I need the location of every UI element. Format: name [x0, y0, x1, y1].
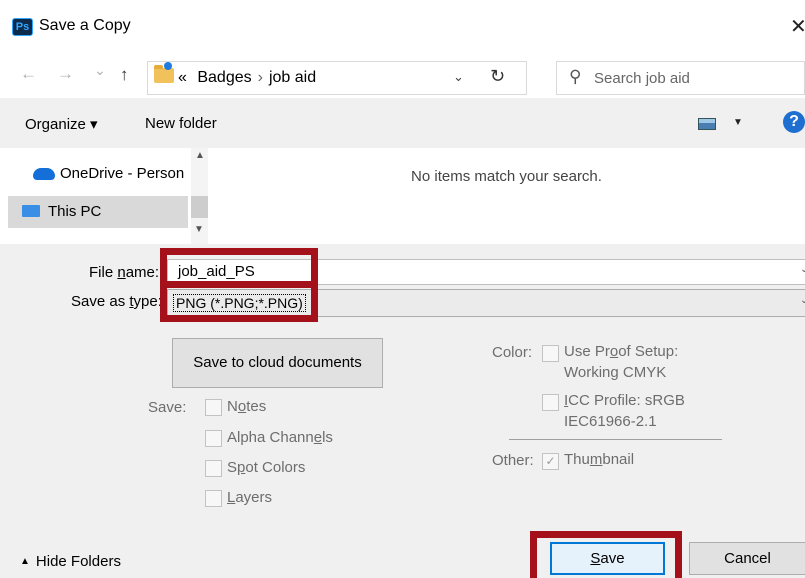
navigation-bar: ← → ⌄ ↑ « Badges › job aid ⌄ ↻ ⚲ Search jo…	[0, 56, 805, 98]
proof-setup-checkbox[interactable]	[542, 345, 559, 362]
recent-locations-icon[interactable]: ⌄	[94, 62, 106, 79]
highlight-file-name-box	[160, 248, 318, 288]
save-as-type-label: Save as type:	[71, 293, 162, 310]
scroll-thumb[interactable]	[191, 196, 208, 218]
notes-checkbox[interactable]	[205, 399, 222, 416]
divider	[509, 439, 722, 440]
thumbnail-checkbox[interactable]: ✓	[542, 453, 559, 470]
forward-arrow-icon[interactable]: →	[57, 64, 74, 84]
chevron-down-icon[interactable]: ⌄	[453, 69, 464, 85]
icc-profile-checkbox[interactable]	[542, 394, 559, 411]
save-options-label: Save:	[148, 399, 187, 416]
layers-label: Layers	[227, 489, 273, 506]
sidebar-item-this-pc[interactable]: This PC	[8, 196, 188, 228]
computer-icon	[22, 205, 40, 217]
spot-colors-label: Spot Colors	[227, 459, 306, 476]
sidebar-item-label: This PC	[48, 203, 102, 220]
chevron-right-icon: ›	[257, 69, 263, 86]
icc-profile-value: IEC61966-2.1	[564, 413, 657, 430]
up-arrow-icon[interactable]: ↑	[120, 65, 129, 85]
breadcrumb-item-job-aid[interactable]: job aid	[269, 69, 316, 86]
file-name-label: File name:	[89, 264, 160, 281]
back-arrow-icon[interactable]: ←	[20, 64, 37, 84]
notes-label: Notes	[227, 398, 267, 415]
alpha-channels-label: Alpha Channels	[227, 429, 333, 446]
hide-folders-label: Hide Folders	[35, 553, 121, 570]
address-bar[interactable]: « Badges › job aid ⌄ ↻	[147, 61, 527, 95]
proof-setup-label: Use Proof Setup:	[564, 343, 679, 360]
proof-setup-value: Working CMYK	[564, 364, 667, 381]
navpane-scrollbar[interactable]: ▲ ▼	[191, 148, 208, 244]
scroll-down-icon[interactable]: ▼	[194, 224, 204, 235]
search-icon: ⚲	[569, 67, 582, 86]
layers-checkbox[interactable]	[205, 490, 222, 507]
view-options-icon[interactable]	[698, 118, 716, 130]
empty-message: No items match your search.	[411, 168, 602, 185]
breadcrumb-item-badges[interactable]: Badges	[197, 69, 251, 86]
alpha-channels-checkbox[interactable]	[205, 430, 222, 447]
organize-menu[interactable]: Organize ▾	[25, 115, 98, 133]
search-box[interactable]: ⚲ Search job aid	[556, 61, 805, 95]
hide-folders-button[interactable]: ▲ Hide Folders	[20, 553, 121, 570]
window-title: Save a Copy	[39, 17, 131, 34]
spot-colors-checkbox[interactable]	[205, 460, 222, 477]
sidebar-item-label: OneDrive - Person	[60, 165, 185, 182]
cancel-button[interactable]: Cancel	[689, 542, 805, 575]
command-bar: Organize ▾ New folder ▼ ?	[0, 98, 805, 148]
title-bar: Ps Save a Copy ✕	[0, 0, 805, 56]
sidebar-item-onedrive[interactable]: OneDrive - Person	[0, 160, 192, 190]
chevron-down-icon[interactable]: ⌄	[800, 295, 805, 306]
breadcrumb-overflow[interactable]: «	[178, 69, 187, 86]
chevron-down-icon[interactable]: ▼	[733, 117, 743, 128]
close-icon[interactable]: ✕	[790, 14, 805, 39]
thumbnail-label: Thumbnail	[564, 451, 635, 468]
cloud-icon	[33, 168, 55, 180]
chevron-up-icon: ▲	[20, 556, 30, 567]
other-options-label: Other:	[492, 452, 534, 469]
save-to-cloud-button[interactable]: Save to cloud documents	[172, 338, 383, 388]
photoshop-icon: Ps	[12, 18, 33, 36]
icc-profile-label: ICC Profile: sRGB	[564, 392, 685, 409]
file-list[interactable]: No items match your search.	[208, 148, 805, 244]
help-icon[interactable]: ?	[783, 111, 805, 133]
navigation-pane: OneDrive - Person This PC ▲ ▼	[0, 148, 208, 244]
refresh-icon[interactable]: ↻	[490, 66, 505, 87]
color-options-label: Color:	[492, 344, 533, 361]
scroll-up-icon[interactable]: ▲	[195, 150, 205, 161]
search-input[interactable]: Search job aid	[594, 70, 690, 87]
folder-icon	[154, 62, 174, 83]
chevron-down-icon[interactable]: ⌄	[800, 264, 805, 275]
breadcrumb[interactable]: « Badges › job aid	[178, 69, 316, 87]
new-folder-button[interactable]: New folder	[145, 115, 217, 132]
highlight-save-button-box	[530, 531, 682, 578]
